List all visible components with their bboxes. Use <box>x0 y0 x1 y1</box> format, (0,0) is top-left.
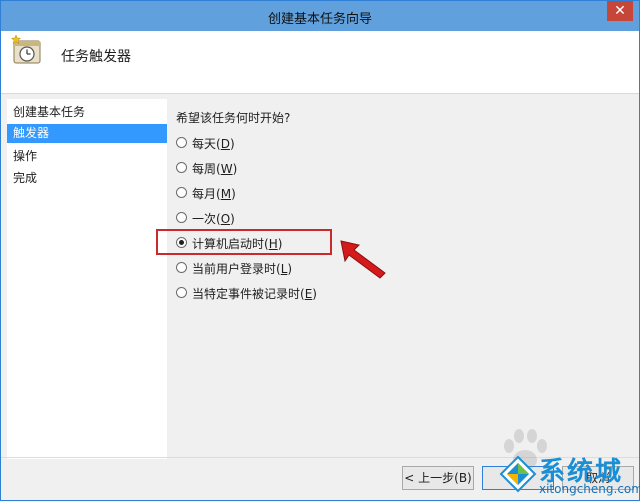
red-arrow-annotation-icon <box>340 240 386 279</box>
option-monthly-label: 每月 <box>192 187 217 201</box>
windows-logo-icon <box>499 455 537 493</box>
option-weekly-label: 每周 <box>192 162 217 176</box>
question-label: 希望该任务何时开始? <box>176 111 291 125</box>
radio-at-logon[interactable] <box>176 262 187 273</box>
highlight-annotation-box <box>156 229 332 255</box>
radio-on-event[interactable] <box>176 287 187 298</box>
sidebar-item-finish[interactable]: 完成 <box>7 169 167 188</box>
option-on-event-label: 当特定事件被记录时 <box>192 287 301 301</box>
radio-once[interactable] <box>176 212 187 223</box>
wizard-steps-sidebar: 创建基本任务 触发器 操作 完成 <box>7 99 167 459</box>
sidebar-item-trigger[interactable]: 触发器 <box>7 124 167 143</box>
page-title: 任务触发器 <box>61 49 131 65</box>
close-button[interactable]: ✕ <box>607 1 633 21</box>
radio-weekly[interactable] <box>176 162 187 173</box>
wizard-window: 创建基本任务向导 ✕ 任务触发器 创建基本任务 触发器 操作 完成 希望该任务何… <box>0 0 640 501</box>
sidebar-item-action[interactable]: 操作 <box>7 147 167 166</box>
sidebar-item-create-basic-task[interactable]: 创建基本任务 <box>7 103 167 122</box>
option-daily-label: 每天 <box>192 137 217 151</box>
window-title: 创建基本任务向导 <box>267 12 372 27</box>
radio-monthly[interactable] <box>176 187 187 198</box>
back-button[interactable]: < 上一步(B) <box>402 466 474 490</box>
option-at-logon-key: L <box>280 262 288 276</box>
option-on-event-key: E <box>304 287 313 301</box>
wizard-header: 任务触发器 <box>1 31 639 94</box>
option-daily-key: D <box>220 137 230 151</box>
radio-daily[interactable] <box>176 137 187 148</box>
title-bar[interactable]: 创建基本任务向导 ✕ <box>1 1 639 31</box>
option-weekly-key: W <box>220 162 233 176</box>
scheduled-task-icon <box>11 34 41 64</box>
option-at-logon-label: 当前用户登录时 <box>192 262 277 276</box>
watermark-url: xitongcheng.com <box>539 482 640 496</box>
option-monthly-key: M <box>220 187 232 201</box>
option-once-key: O <box>220 212 231 226</box>
option-once-label: 一次 <box>192 212 217 226</box>
site-watermark: 系统城 xitongcheng.com <box>499 449 640 502</box>
